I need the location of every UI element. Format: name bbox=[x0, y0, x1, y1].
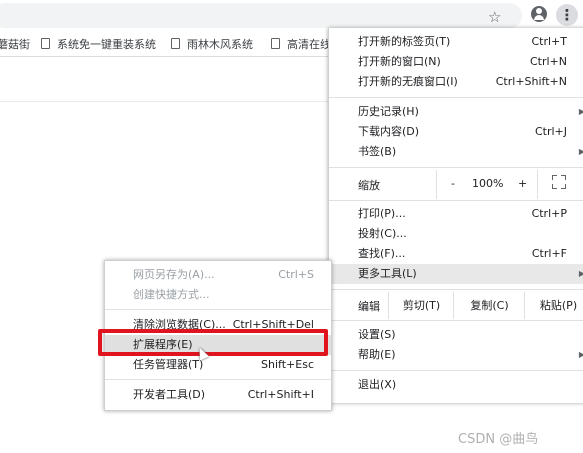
menu-item-exit[interactable]: 退出(X) bbox=[329, 375, 583, 395]
chrome-menu-button[interactable]: ⋮ bbox=[556, 4, 578, 26]
zoom-in-button[interactable]: + bbox=[518, 177, 527, 190]
zoom-controls: - 100% + bbox=[436, 170, 538, 199]
menu-divider bbox=[329, 289, 583, 290]
address-bar[interactable]: ☆ bbox=[0, 3, 522, 28]
fullscreen-icon[interactable] bbox=[552, 175, 566, 189]
menu-item-print[interactable]: 打印(P)... Ctrl+P bbox=[329, 204, 583, 224]
submenu-item-task-manager[interactable]: 任务管理器(T) Shift+Esc bbox=[105, 355, 331, 375]
submenu-arrow-icon: ▶ bbox=[578, 107, 583, 116]
highlight-annotation-box bbox=[98, 329, 328, 356]
bookmark-star-icon[interactable]: ☆ bbox=[488, 8, 501, 26]
copy-button[interactable]: 复制(C) bbox=[453, 292, 525, 319]
bookmark-item[interactable]: 雨林木风系统 bbox=[171, 36, 253, 52]
paste-button[interactable]: 粘贴(P) bbox=[524, 292, 583, 319]
menu-divider bbox=[329, 200, 583, 201]
menu-item-find[interactable]: 查找(F)... Ctrl+F bbox=[329, 244, 583, 264]
menu-item-history[interactable]: 历史记录(H) ▶ bbox=[329, 102, 583, 122]
menu-divider bbox=[329, 320, 583, 321]
bookmark-item[interactable]: 高清在线 bbox=[271, 36, 331, 52]
chrome-main-menu: 打开新的标签页(T) Ctrl+T 打开新的窗口(N) Ctrl+N 打开新的无… bbox=[328, 28, 583, 403]
zoom-out-button[interactable]: - bbox=[451, 177, 455, 190]
submenu-item-save-page[interactable]: 网页另存为(A)... Ctrl+S bbox=[105, 265, 331, 285]
bookmark-item[interactable]: 蘑菇街 bbox=[0, 36, 30, 52]
menu-divider bbox=[329, 167, 583, 168]
menu-divider bbox=[329, 97, 583, 98]
menu-item-settings[interactable]: 设置(S) bbox=[329, 325, 583, 345]
menu-divider bbox=[329, 370, 583, 371]
submenu-arrow-icon: ▶ bbox=[578, 147, 583, 156]
page-icon bbox=[171, 38, 180, 49]
menu-item-new-window[interactable]: 打开新的窗口(N) Ctrl+N bbox=[329, 52, 583, 72]
menu-item-new-tab[interactable]: 打开新的标签页(T) Ctrl+T bbox=[329, 32, 583, 52]
menu-item-help[interactable]: 帮助(E) ▶ bbox=[329, 345, 583, 365]
page-icon bbox=[271, 38, 280, 49]
submenu-item-dev-tools[interactable]: 开发者工具(D) Ctrl+Shift+I bbox=[105, 385, 331, 405]
page-icon bbox=[41, 38, 50, 49]
watermark: CSDN @曲鸟 bbox=[458, 432, 539, 447]
menu-divider bbox=[105, 309, 331, 310]
menu-item-new-incognito[interactable]: 打开新的无痕窗口(I) Ctrl+Shift+N bbox=[329, 72, 583, 92]
menu-item-downloads[interactable]: 下载内容(D) Ctrl+J bbox=[329, 122, 583, 142]
zoom-row: 缩放 - 100% + bbox=[329, 170, 583, 199]
menu-divider bbox=[105, 379, 331, 380]
menu-item-bookmarks[interactable]: 书签(B) ▶ bbox=[329, 142, 583, 162]
menu-item-more-tools[interactable]: 更多工具(L) ▶ bbox=[329, 264, 583, 284]
profile-avatar-icon[interactable] bbox=[531, 6, 547, 22]
cut-button[interactable]: 剪切(T) bbox=[388, 292, 454, 319]
submenu-item-create-shortcut[interactable]: 创建快捷方式... bbox=[105, 285, 331, 305]
browser-toolbar: ☆ ⋮ bbox=[0, 0, 583, 30]
submenu-arrow-icon: ▶ bbox=[578, 269, 583, 278]
submenu-arrow-icon: ▶ bbox=[578, 350, 583, 359]
zoom-level: 100% bbox=[472, 177, 504, 190]
edit-row: 编辑 剪切(T) 复制(C) 粘贴(P) bbox=[329, 292, 583, 319]
menu-item-cast[interactable]: 投射(C)... bbox=[329, 224, 583, 244]
bookmark-item[interactable]: 系统免一键重装系统 bbox=[41, 36, 156, 52]
